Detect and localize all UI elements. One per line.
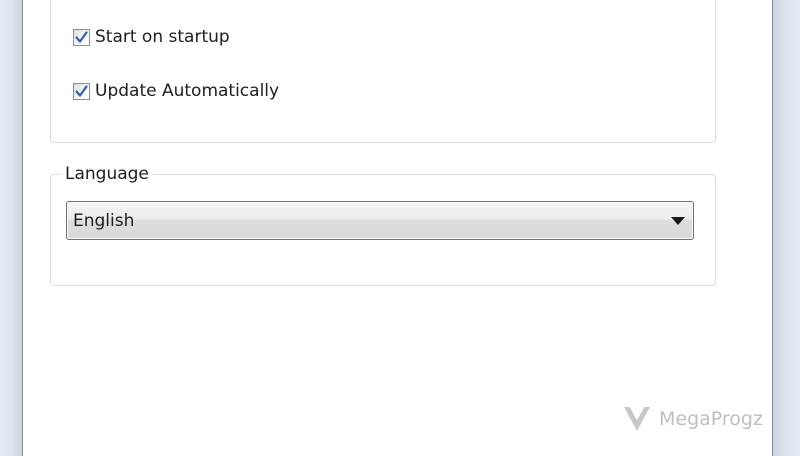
general-options-group xyxy=(50,0,716,143)
update-automatically-checkbox[interactable] xyxy=(73,82,90,100)
update-automatically-label: Update Automatically xyxy=(95,81,280,101)
language-select[interactable]: English xyxy=(66,201,694,240)
checkmark-icon xyxy=(75,30,88,43)
start-on-startup-label: Start on startup xyxy=(95,27,230,47)
start-on-startup-checkbox[interactable] xyxy=(73,28,90,46)
update-automatically-option[interactable]: Update Automatically xyxy=(73,78,279,104)
dropdown-arrow-icon[interactable] xyxy=(663,216,693,225)
settings-window: Start on startup Update Automatically La… xyxy=(0,0,800,456)
language-select-value: English xyxy=(73,210,135,231)
language-group-legend: Language xyxy=(61,163,153,185)
start-on-startup-option[interactable]: Start on startup xyxy=(73,24,230,50)
window-frame-left xyxy=(0,0,23,456)
checkmark-icon xyxy=(75,84,88,97)
megaprogz-logo-icon xyxy=(624,406,650,431)
megaprogz-watermark: MegaProgz xyxy=(622,404,763,434)
window-frame-right xyxy=(772,0,800,456)
watermark-text: MegaProgz xyxy=(659,408,763,430)
